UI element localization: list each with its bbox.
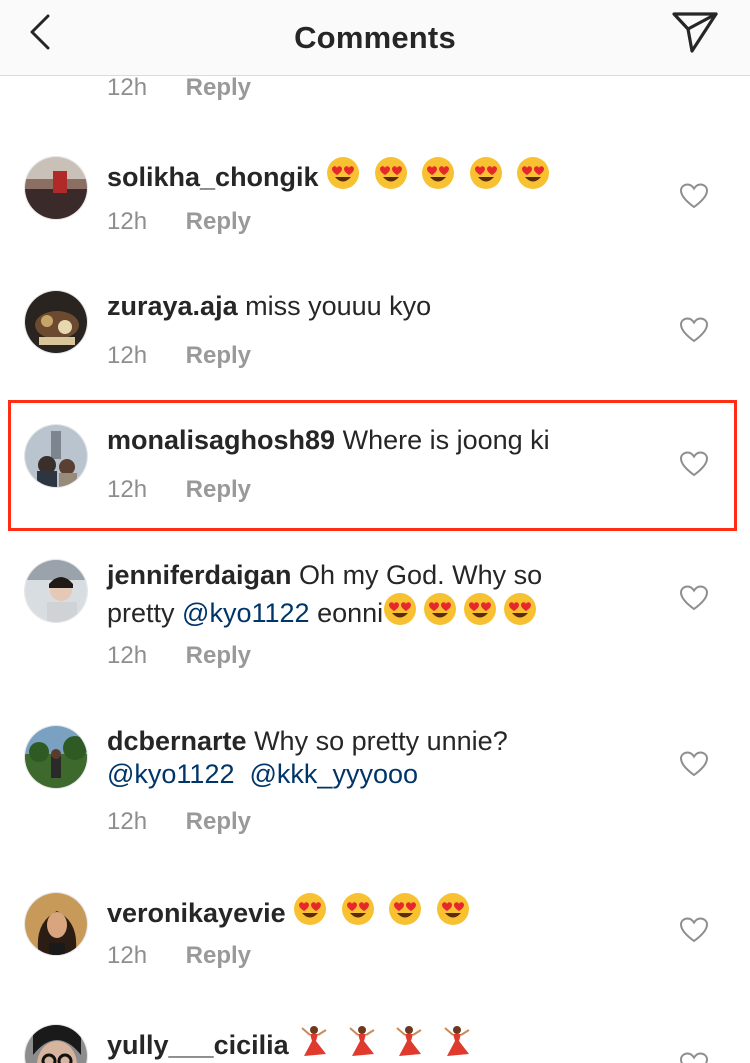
mention-link[interactable]: @kyo1122 bbox=[107, 759, 235, 789]
emoji-row bbox=[293, 893, 476, 928]
emoji-row bbox=[326, 157, 556, 192]
heart-eyes-emoji-icon bbox=[503, 592, 537, 634]
heart-eyes-emoji-icon bbox=[421, 156, 455, 198]
avatar[interactable] bbox=[24, 424, 88, 488]
comment-username[interactable]: veronikayevie bbox=[107, 898, 286, 928]
back-button[interactable] bbox=[22, 12, 58, 52]
comment-time: 12h bbox=[107, 476, 148, 503]
comment-username[interactable]: solikha_chongik bbox=[107, 162, 319, 192]
comment-body: yully___cicilia bbox=[107, 1024, 667, 1063]
comment-username[interactable]: zuraya.aja bbox=[107, 291, 238, 321]
comment-time: 12h bbox=[107, 642, 148, 669]
reply-button[interactable]: Reply bbox=[186, 208, 251, 235]
paper-plane-icon bbox=[672, 12, 718, 53]
comment-username[interactable]: dcbernarte bbox=[107, 726, 247, 756]
comment-meta-partial: 12h Reply bbox=[107, 74, 251, 102]
comment-meta: 12h Reply bbox=[107, 942, 251, 970]
comment-text-line1: Oh my God. Why so bbox=[299, 560, 543, 590]
emoji-row bbox=[296, 1026, 479, 1060]
comment-meta: 12h Reply bbox=[107, 208, 251, 236]
avatar[interactable] bbox=[24, 725, 88, 789]
comment-body: dcbernarte Why so pretty unnie? @kyo1122… bbox=[107, 725, 667, 791]
heart-eyes-emoji-icon bbox=[516, 156, 550, 198]
page-title: Comments bbox=[294, 19, 456, 55]
comment-username[interactable]: monalisaghosh89 bbox=[107, 425, 335, 455]
dancer-emoji-icon bbox=[439, 1024, 473, 1063]
comments-screen: Comments 12h Reply solikha_chongik 12h R… bbox=[0, 0, 750, 1063]
comment-text: Why so pretty unnie? bbox=[254, 726, 508, 756]
avatar[interactable] bbox=[24, 156, 88, 220]
heart-icon[interactable] bbox=[680, 183, 708, 209]
comment-time: 12h bbox=[107, 808, 148, 835]
comment-time: 12h bbox=[107, 342, 148, 369]
mention-link[interactable]: @kkk_yyyooo bbox=[250, 759, 418, 789]
avatar[interactable] bbox=[24, 892, 88, 956]
avatar[interactable] bbox=[24, 1024, 88, 1063]
share-button[interactable] bbox=[670, 9, 720, 55]
dancer-emoji-icon bbox=[344, 1024, 378, 1063]
comment-time: 12h bbox=[107, 74, 148, 101]
heart-icon[interactable] bbox=[680, 451, 708, 477]
heart-icon[interactable] bbox=[680, 585, 708, 611]
heart-icon[interactable] bbox=[680, 317, 708, 343]
comment-body: solikha_chongik bbox=[107, 156, 667, 198]
comment-meta: 12h Reply bbox=[107, 342, 251, 370]
dancer-emoji-icon bbox=[296, 1024, 330, 1063]
heart-eyes-emoji-icon bbox=[383, 592, 417, 634]
heart-icon[interactable] bbox=[680, 751, 708, 777]
reply-button[interactable]: Reply bbox=[186, 808, 251, 835]
chevron-left-icon bbox=[30, 14, 50, 50]
heart-eyes-emoji-icon bbox=[326, 156, 360, 198]
header-bar: Comments bbox=[0, 0, 750, 76]
heart-eyes-emoji-icon bbox=[374, 156, 408, 198]
comment-body: veronikayevie bbox=[107, 892, 667, 934]
reply-button[interactable]: Reply bbox=[186, 74, 251, 101]
dancer-emoji-icon bbox=[391, 1024, 425, 1063]
heart-eyes-emoji-icon bbox=[436, 892, 470, 934]
comment-time: 12h bbox=[107, 942, 148, 969]
comment-body: monalisaghosh89 Where is joong ki bbox=[107, 424, 667, 457]
mention-link[interactable]: @kyo1122 bbox=[182, 598, 310, 628]
reply-button[interactable]: Reply bbox=[186, 642, 251, 669]
heart-eyes-emoji-icon bbox=[469, 156, 503, 198]
comment-time: 12h bbox=[107, 208, 148, 235]
comment-meta: 12h Reply bbox=[107, 808, 251, 836]
reply-button[interactable]: Reply bbox=[186, 342, 251, 369]
reply-button[interactable]: Reply bbox=[186, 942, 251, 969]
comment-text-line2-post: eonni bbox=[317, 598, 384, 628]
comment-text: Where is joong ki bbox=[342, 425, 550, 455]
comment-text: miss youuu kyo bbox=[245, 291, 432, 321]
heart-icon[interactable] bbox=[680, 1052, 708, 1063]
comment-text-line2-pre: pretty bbox=[107, 598, 175, 628]
heart-eyes-emoji-icon bbox=[293, 892, 327, 934]
heart-eyes-emoji-icon bbox=[388, 892, 422, 934]
avatar[interactable] bbox=[24, 290, 88, 354]
heart-eyes-emoji-icon bbox=[341, 892, 375, 934]
reply-button[interactable]: Reply bbox=[186, 476, 251, 503]
comment-meta: 12h Reply bbox=[107, 642, 251, 670]
heart-icon[interactable] bbox=[680, 917, 708, 943]
comment-username[interactable]: yully___cicilia bbox=[107, 1030, 289, 1060]
heart-eyes-emoji-icon bbox=[423, 592, 457, 634]
comment-list: 12h Reply solikha_chongik 12h Reply zura… bbox=[0, 0, 750, 1063]
comment-username[interactable]: jenniferdaigan bbox=[107, 560, 292, 590]
comment-body: zuraya.aja miss youuu kyo bbox=[107, 290, 667, 323]
comment-body: jenniferdaigan Oh my God. Why so pretty … bbox=[107, 559, 667, 634]
comment-meta: 12h Reply bbox=[107, 476, 251, 504]
heart-eyes-emoji-icon bbox=[463, 592, 497, 634]
avatar[interactable] bbox=[24, 559, 88, 623]
